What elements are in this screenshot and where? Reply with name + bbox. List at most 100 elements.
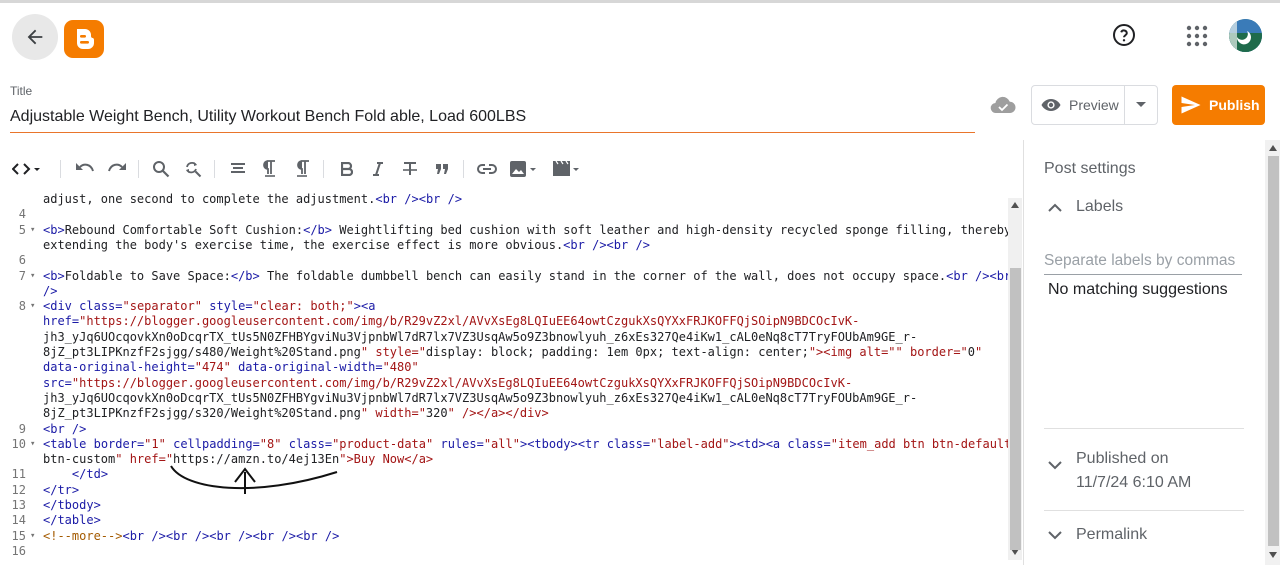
line-number: 4 <box>18 207 26 222</box>
code-text: extending the body's exercise time, the … <box>43 237 650 252</box>
code-line[interactable]: 15 ▾ <!--more--><br /><br /><br /><br /><b… <box>0 529 1008 544</box>
fold-toggle-icon[interactable]: ▾ <box>30 529 40 544</box>
blogger-logo[interactable] <box>64 20 104 58</box>
line-number: 6 <box>18 253 26 268</box>
line-number: 16 <box>11 543 26 558</box>
chevron-down-icon <box>1048 461 1062 470</box>
preview-dropdown-button[interactable] <box>1124 86 1157 124</box>
code-line[interactable]: 8jZ_pt3LIPKnzfF2sjgg/s320/Weight%20Stand… <box>0 406 1008 421</box>
code-line[interactable]: 13 </tbody> <box>0 498 1008 513</box>
fold-toggle-icon[interactable]: ▾ <box>30 269 40 284</box>
code-view-icon[interactable] <box>11 158 43 180</box>
help-circle-icon[interactable] <box>1112 23 1136 47</box>
labels-suggestion: No matching suggestions <box>1048 281 1228 298</box>
post-title-input[interactable]: Adjustable Weight Bench, Utility Workout… <box>10 108 975 133</box>
italic-icon[interactable] <box>367 158 389 180</box>
publish-button[interactable]: Publish <box>1172 85 1265 125</box>
code-text: /> <box>43 283 58 298</box>
toolbar-separator <box>463 160 464 178</box>
cloud-saved-icon <box>989 93 1017 117</box>
paragraph-ltr-icon[interactable] <box>259 158 281 180</box>
align-icon[interactable] <box>227 158 249 180</box>
apps-grid-icon[interactable] <box>1186 25 1208 47</box>
code-text: 8jZ_pt3LIPKnzfF2sjgg/s320/Weight%20Stand… <box>43 406 549 421</box>
labels-heading: Labels <box>1076 198 1124 215</box>
code-text: <table border="1" cellpadding="8" class=… <box>43 436 1008 451</box>
code-text: <b>Rebound Comfortable Soft Cushion:</b>… <box>43 222 1008 237</box>
code-line[interactable]: 9 <br /> <box>0 422 1008 437</box>
code-line[interactable]: 8 ▾ <div class="separator" style="clear: b… <box>0 299 1008 314</box>
line-number: 8 <box>18 299 26 314</box>
code-line[interactable]: jh3_yJq6UOcqovkXn0oDcqrTX_tUs5N0ZFHBYgvi… <box>0 391 1008 406</box>
link-icon[interactable] <box>476 158 498 180</box>
line-number: 12 <box>11 482 26 497</box>
fold-toggle-icon[interactable]: ▾ <box>30 299 40 314</box>
strikethrough-icon[interactable] <box>399 158 421 180</box>
send-icon <box>1181 96 1201 114</box>
code-line[interactable]: jh3_yJq6UOcqovkXn0oDcqrTX_tUs5N0ZFHBYgvi… <box>0 330 1008 345</box>
code-line[interactable]: 16 <box>0 544 1008 559</box>
code-text: <div class="separator" style="clear: bot… <box>43 299 376 314</box>
code-line[interactable]: src="https://blogger.googleusercontent.c… <box>0 376 1008 391</box>
code-line[interactable]: 11 </td> <box>0 467 1008 482</box>
published-on-value: 11/7/24 6:10 AM <box>1076 474 1192 491</box>
search-icon[interactable] <box>150 158 172 180</box>
find-replace-icon[interactable] <box>182 158 204 180</box>
chevron-down-icon <box>1048 530 1062 539</box>
code-line[interactable]: href="https://blogger.googleusercontent.… <box>0 314 1008 329</box>
paragraph-rtl-icon[interactable] <box>291 158 313 180</box>
labels-input[interactable]: Separate labels by commas <box>1044 252 1242 275</box>
code-text: 8jZ_pt3LIPKnzfF2sjgg/s480/Weight%20Stand… <box>43 345 983 359</box>
chevron-up-icon <box>1048 203 1062 212</box>
code-line[interactable]: adjust, one second to complete the adjus… <box>0 192 1008 207</box>
image-icon[interactable] <box>508 158 540 180</box>
toolbar-separator <box>138 160 139 178</box>
code-text: jh3_yJq6UOcqovkXn0oDcqrTX_tUs5N0ZFHBYgvi… <box>43 390 918 405</box>
sidebar-divider-2 <box>1044 510 1244 511</box>
hand-drawn-arrow-annotation <box>170 465 338 494</box>
editor-toolbar <box>0 150 1020 188</box>
code-line[interactable]: 10 ▾ <table border="1" cellpadding="8" cla… <box>0 437 1008 452</box>
line-number: 7 <box>18 268 26 283</box>
code-text: href="https://blogger.googleusercontent.… <box>43 314 860 329</box>
redo-icon[interactable] <box>106 158 128 180</box>
code-line[interactable]: 4 <box>0 207 1008 222</box>
fold-toggle-icon[interactable]: ▾ <box>30 437 40 452</box>
user-avatar[interactable] <box>1229 19 1262 52</box>
labels-section-toggle[interactable]: Labels <box>1048 198 1123 216</box>
code-line[interactable]: 7 ▾ <b>Foldable to Save Space:</b> The fol… <box>0 269 1008 284</box>
code-line[interactable]: data-original-height="474" data-original… <box>0 360 1008 375</box>
code-line[interactable]: extending the body's exercise time, the … <box>0 238 1008 253</box>
title-label: Title <box>10 84 33 98</box>
code-text: jh3_yJq6UOcqovkXn0oDcqrTX_tUs5N0ZFHBYgvi… <box>43 329 918 344</box>
code-line[interactable]: 8jZ_pt3LIPKnzfF2sjgg/s480/Weight%20Stand… <box>0 345 1008 360</box>
undo-icon[interactable] <box>74 158 96 180</box>
code-line[interactable]: /> <box>0 284 1008 299</box>
code-text: </tbody> <box>43 498 101 512</box>
html-code-editor[interactable]: adjust, one second to complete the adjus… <box>0 190 1008 560</box>
fold-toggle-icon[interactable]: ▾ <box>30 223 40 238</box>
code-line[interactable]: 6 <box>0 253 1008 268</box>
bold-icon[interactable] <box>336 158 358 180</box>
toolbar-separator <box>60 160 61 178</box>
toolbar-separator <box>323 160 324 178</box>
app-header <box>0 3 1280 70</box>
code-line[interactable]: 12 </tr> <box>0 483 1008 498</box>
permalink-section[interactable]: Permalink <box>1048 526 1147 544</box>
preview-button[interactable]: Preview <box>1032 86 1124 124</box>
blogger-b-icon <box>77 29 95 49</box>
back-button[interactable] <box>12 14 58 60</box>
quote-icon[interactable] <box>431 158 453 180</box>
code-line[interactable]: btn-custom" href="https://amzn.to/4ej13E… <box>0 452 1008 467</box>
toolbar-separator <box>214 160 215 178</box>
code-line[interactable]: 5 ▾ <b>Rebound Comfortable Soft Cushion:</… <box>0 223 1008 238</box>
permalink-label: Permalink <box>1076 526 1148 543</box>
line-number: 15 <box>11 528 26 543</box>
editor-scrollbar-thumb[interactable] <box>1010 268 1021 550</box>
video-icon[interactable] <box>551 158 583 180</box>
code-text: </table> <box>43 513 101 528</box>
sidebar-scrollbar-thumb[interactable] <box>1268 156 1279 546</box>
line-number: 14 <box>11 513 26 528</box>
code-line[interactable]: 14 </table> <box>0 513 1008 528</box>
code-text: <b>Foldable to Save Space:</b> The folda… <box>43 268 1008 283</box>
